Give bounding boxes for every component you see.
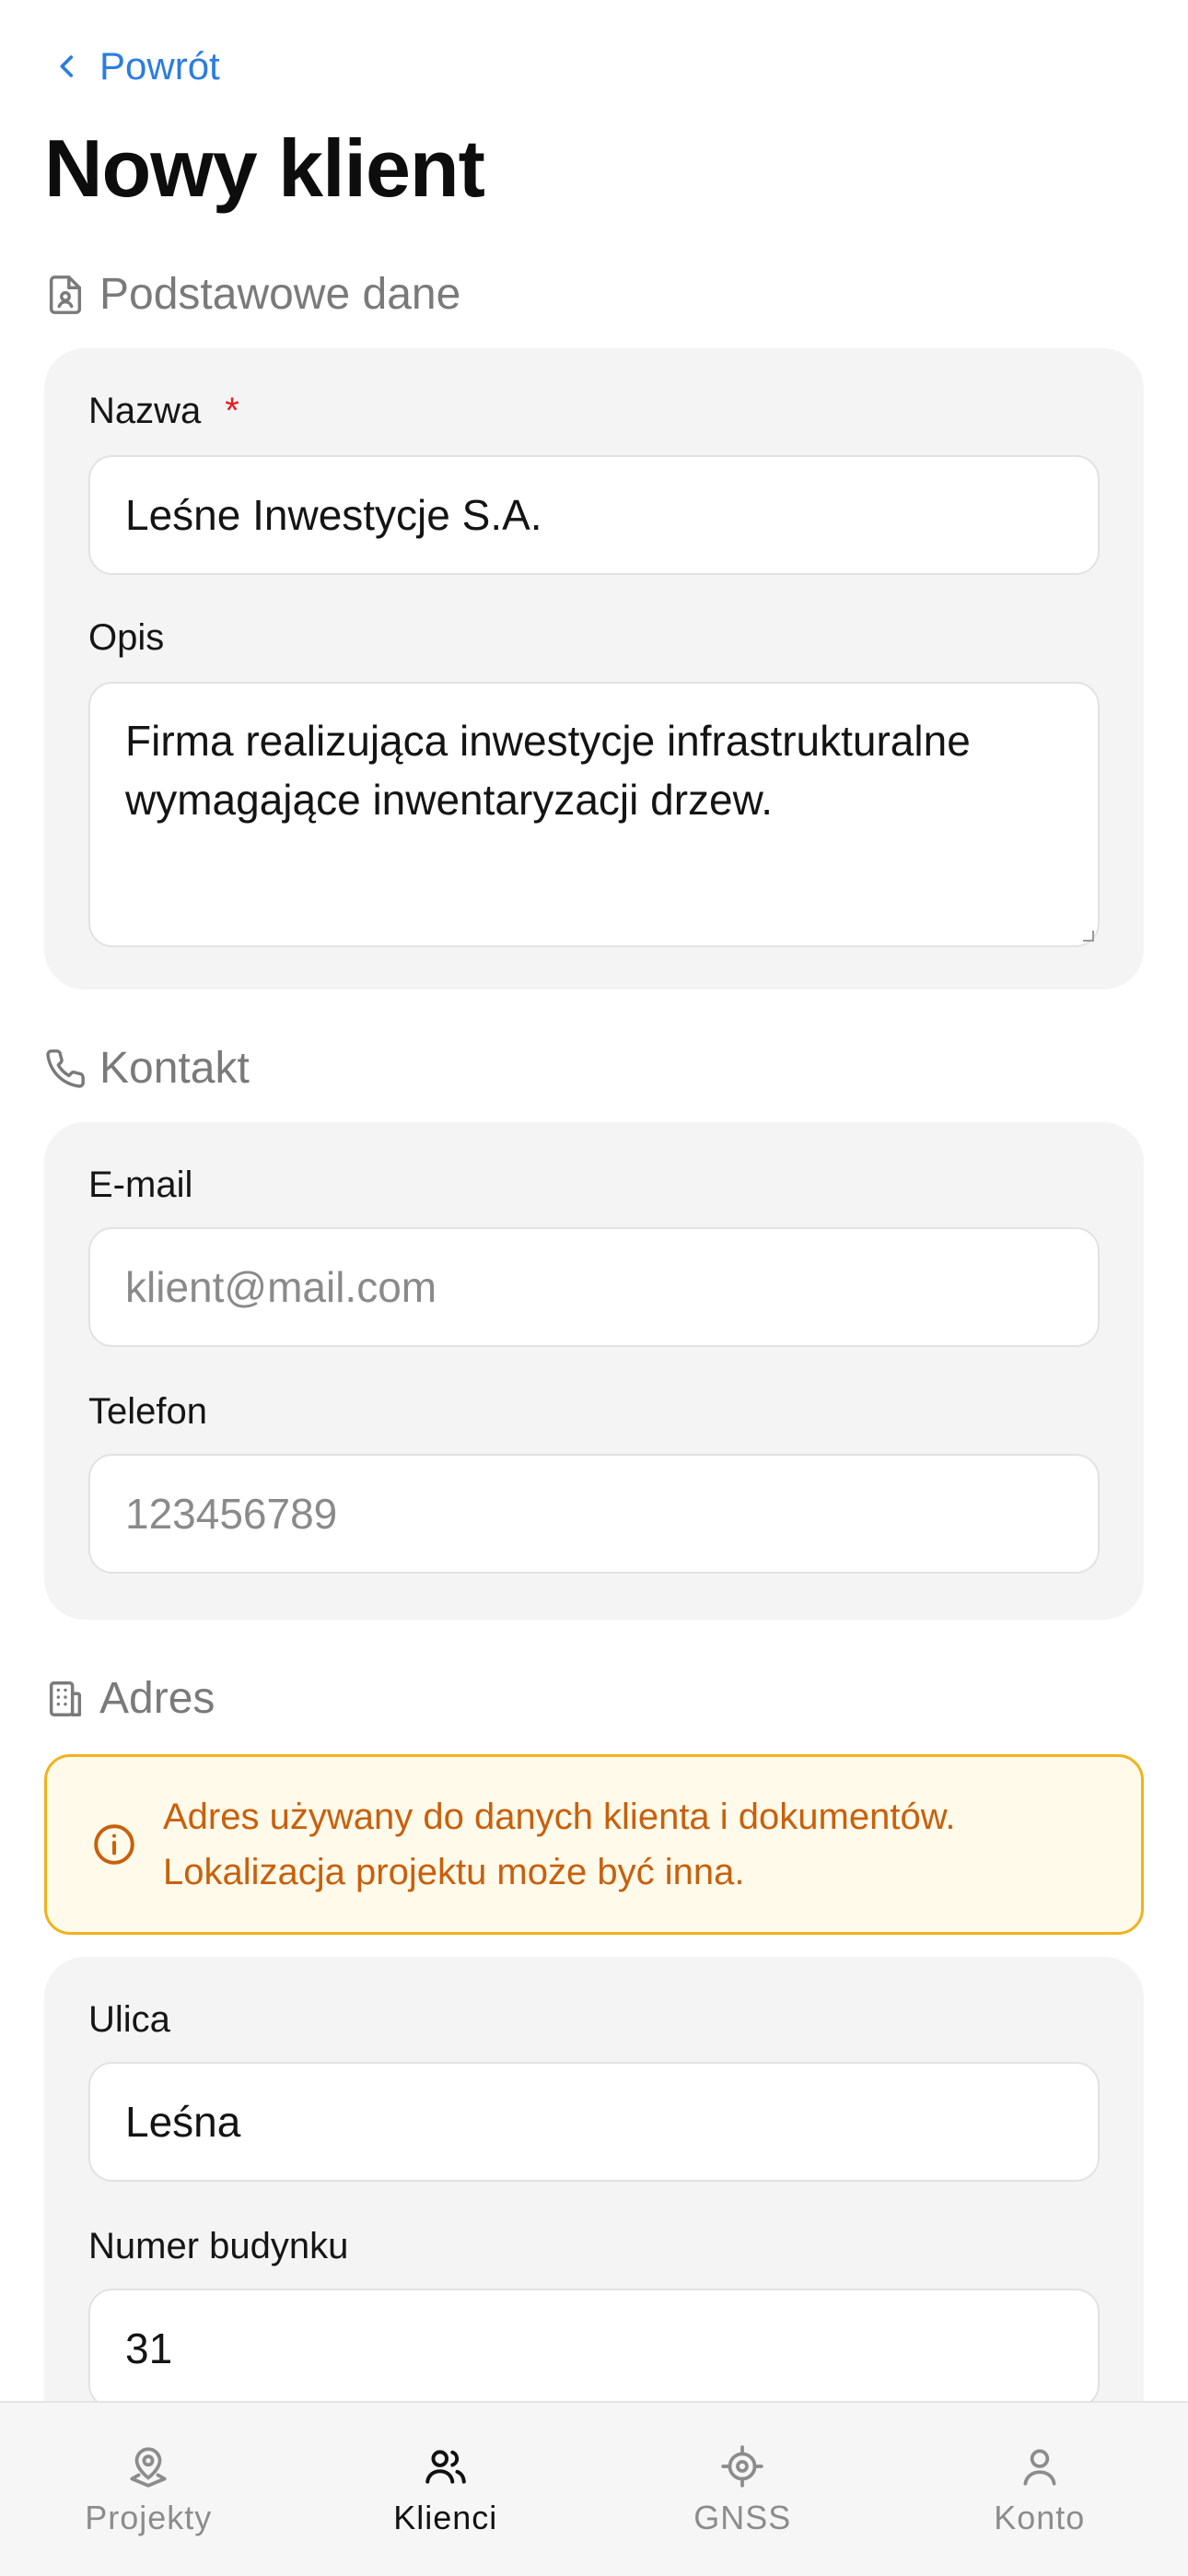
section-title-address: Adres: [99, 1674, 215, 1723]
section-header-basic: Podstawowe dane: [44, 269, 460, 320]
section-header-contact: Kontakt: [44, 1043, 250, 1094]
section-title-contact: Kontakt: [99, 1044, 250, 1093]
section-title-basic: Podstawowe dane: [99, 270, 461, 319]
tab-bar: Projekty Klienci GNSS Konto: [0, 2401, 1188, 2576]
tab-gnss[interactable]: GNSS: [594, 2403, 891, 2576]
notice-line-2: Lokalizacja projektu może być inna.: [163, 1852, 745, 1892]
page-title: Nowy klient: [44, 123, 485, 214]
phone-input[interactable]: 123456789: [88, 1454, 1100, 1574]
tab-label-konto: Konto: [994, 2499, 1086, 2536]
building-icon: [49, 1680, 82, 1716]
building-number-label: Numer budynku: [88, 2226, 349, 2266]
email-input[interactable]: klient@mail.com: [88, 1227, 1100, 1347]
name-label: Nazwa *: [88, 391, 239, 432]
tab-klienci[interactable]: Klienci: [297, 2403, 595, 2576]
phone-label: Telefon: [88, 1391, 207, 1432]
tab-projekty[interactable]: Projekty: [0, 2403, 297, 2576]
section-header-address: Adres: [44, 1673, 215, 1724]
users-icon: [425, 2450, 466, 2484]
name-input[interactable]: Leśne Inwestycje S.A.: [88, 455, 1100, 575]
phone-icon: [46, 1048, 85, 1088]
notice-text: Adres używany do danych klienta i dokume…: [163, 1789, 956, 1900]
back-button[interactable]: Powrót: [52, 44, 220, 88]
description-text: Firma realizująca inwestycje infrastrukt…: [125, 717, 971, 824]
crosshair-icon: [721, 2445, 763, 2488]
tab-konto[interactable]: Konto: [891, 2403, 1188, 2576]
info-icon: [94, 1824, 134, 1865]
back-label: Powrót: [99, 44, 220, 88]
map-pin-icon: [130, 2447, 167, 2488]
tab-label-projekty: Projekty: [85, 2499, 213, 2536]
tab-label-gnss: GNSS: [693, 2499, 792, 2536]
address-notice: Adres używany do danych klienta i dokume…: [44, 1754, 1144, 1935]
new-client-screen: Powrót Nowy klient Podstawowe dane Nazwa…: [0, 0, 1188, 2576]
card-basic: Nazwa * Leśne Inwestycje S.A. Opis Firma …: [44, 348, 1144, 989]
tab-label-klienci: Klienci: [393, 2499, 498, 2536]
street-input[interactable]: Leśna: [88, 2062, 1100, 2182]
card-contact: E-mail klient@mail.com Telefon 123456789: [44, 1122, 1144, 1620]
user-icon: [1023, 2449, 1056, 2486]
description-textarea[interactable]: Firma realizująca inwestycje infrastrukt…: [88, 682, 1100, 947]
description-label: Opis: [88, 617, 165, 658]
file-user-icon: [49, 275, 82, 314]
name-label-text: Nazwa: [88, 391, 202, 431]
required-mark: *: [225, 391, 239, 431]
notice-line-1: Adres używany do danych klienta i dokume…: [163, 1797, 956, 1837]
email-label: E-mail: [88, 1165, 193, 1205]
building-number-input[interactable]: 31: [88, 2289, 1100, 2408]
chevron-left-icon: [60, 55, 74, 77]
street-label: Ulica: [88, 1999, 170, 2040]
resize-handle[interactable]: [1083, 931, 1094, 942]
